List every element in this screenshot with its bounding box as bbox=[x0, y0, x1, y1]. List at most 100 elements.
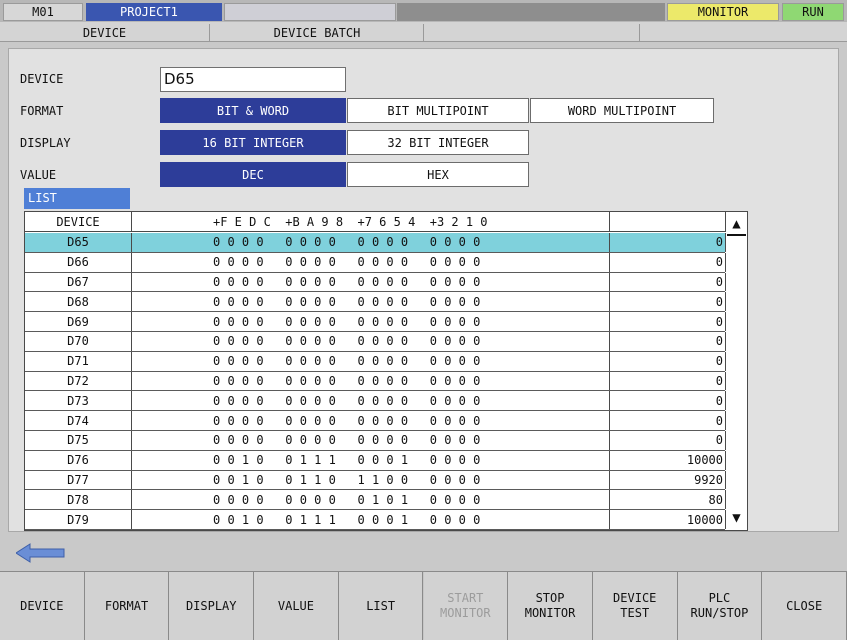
tab-device-batch[interactable]: DEVICE BATCH bbox=[211, 24, 424, 42]
scroll-thumb[interactable] bbox=[727, 234, 746, 236]
table-row[interactable]: D72 0 0 0 0 0 0 0 0 0 0 0 0 0 0 0 00 bbox=[25, 371, 726, 392]
value-hex-option[interactable]: HEX bbox=[347, 162, 529, 187]
table-row[interactable]: D69 0 0 0 0 0 0 0 0 0 0 0 0 0 0 0 00 bbox=[25, 312, 726, 332]
row-bits: 0 0 0 0 0 0 0 0 0 0 0 0 0 0 0 0 bbox=[133, 292, 610, 312]
tab-bar: DEVICE DEVICE BATCH bbox=[0, 22, 847, 42]
title-blank bbox=[224, 3, 396, 21]
row-device: D66 bbox=[25, 252, 132, 272]
row-bits: 0 0 0 0 0 0 0 0 0 0 0 0 0 0 0 0 bbox=[133, 351, 610, 371]
table-row[interactable]: D75 0 0 0 0 0 0 0 0 0 0 0 0 0 0 0 00 bbox=[25, 431, 726, 451]
row-value: 10000 bbox=[611, 510, 726, 529]
device-input[interactable]: D65 bbox=[160, 67, 346, 92]
start-monitor-button: START MONITOR bbox=[423, 572, 509, 640]
device-button[interactable]: DEVICE bbox=[0, 572, 85, 640]
tab-empty-1 bbox=[425, 24, 640, 42]
row-value: 0 bbox=[611, 332, 726, 351]
table-row[interactable]: D70 0 0 0 0 0 0 0 0 0 0 0 0 0 0 0 00 bbox=[25, 332, 726, 352]
device-list-table: DEVICE +F E D C +B A 9 8 +7 6 5 4 +3 2 1… bbox=[24, 211, 748, 531]
display-button[interactable]: DISPLAY bbox=[169, 572, 255, 640]
row-value: 0 bbox=[611, 411, 726, 430]
stop-monitor-button[interactable]: STOP MONITOR bbox=[508, 572, 593, 640]
function-key-bar: DEVICE FORMAT DISPLAY VALUE LIST START MONITO… bbox=[0, 571, 847, 640]
table-row[interactable]: D77 0 0 1 0 0 1 1 0 1 1 0 0 0 0 0 0 9920 bbox=[25, 470, 726, 491]
display-16bit-option[interactable]: 16 BIT INTEGER bbox=[160, 130, 346, 155]
row-value: 80 bbox=[611, 490, 726, 510]
header-bits: +F E D C +B A 9 8 +7 6 5 4 +3 2 1 0 bbox=[133, 212, 610, 231]
back-arrow-icon[interactable] bbox=[15, 542, 66, 564]
triangle-down-icon[interactable]: ▼ bbox=[727, 508, 746, 528]
row-value: 0 bbox=[611, 292, 726, 312]
row-device: D65 bbox=[25, 233, 132, 252]
row-device: D77 bbox=[25, 470, 132, 490]
project-name: PROJECT1 bbox=[86, 3, 222, 21]
row-device: D73 bbox=[25, 391, 132, 411]
row-device: D74 bbox=[25, 411, 132, 430]
list-section-tag: LIST bbox=[24, 188, 130, 209]
table-row[interactable]: D78 0 0 0 0 0 0 0 0 0 1 0 1 0 0 0 0 80 bbox=[25, 490, 726, 511]
table-row[interactable]: D79 0 0 1 0 0 1 1 1 0 0 0 1 0 0 0 0 10000 bbox=[25, 510, 726, 530]
row-device: D76 bbox=[25, 450, 132, 470]
plc-run-stop-button[interactable]: PLC RUN/STOP bbox=[677, 572, 763, 640]
table-row[interactable]: D66 0 0 0 0 0 0 0 0 0 0 0 0 0 0 0 00 bbox=[25, 252, 726, 273]
device-test-button[interactable]: DEVICE TEST bbox=[592, 572, 678, 640]
table-row[interactable]: D73 0 0 0 0 0 0 0 0 0 0 0 0 0 0 0 00 bbox=[25, 391, 726, 412]
row-bits: 0 0 0 0 0 0 0 0 0 0 0 0 0 0 0 0 bbox=[133, 252, 610, 272]
row-value: 10000 bbox=[611, 450, 726, 470]
row-value: 0 bbox=[611, 351, 726, 371]
tab-device[interactable]: DEVICE bbox=[0, 24, 210, 42]
row-device: D79 bbox=[25, 510, 132, 529]
format-label: FORMAT bbox=[20, 104, 64, 118]
row-bits: 0 0 0 0 0 0 0 0 0 1 0 1 0 0 0 0 bbox=[133, 490, 610, 510]
row-value: 0 bbox=[611, 371, 726, 391]
format-word-multipoint-option[interactable]: WORD MULTIPOINT bbox=[530, 98, 714, 123]
row-value: 0 bbox=[611, 252, 726, 272]
format-button[interactable]: FORMAT bbox=[84, 572, 170, 640]
row-device: D68 bbox=[25, 292, 132, 312]
table-row[interactable]: D71 0 0 0 0 0 0 0 0 0 0 0 0 0 0 0 00 bbox=[25, 351, 726, 372]
row-value: 0 bbox=[611, 312, 726, 331]
row-bits: 0 0 0 0 0 0 0 0 0 0 0 0 0 0 0 0 bbox=[133, 332, 610, 351]
format-bit-multipoint-option[interactable]: BIT MULTIPOINT bbox=[347, 98, 529, 123]
row-device: D70 bbox=[25, 332, 132, 351]
row-device: D75 bbox=[25, 431, 132, 450]
row-bits: 0 0 0 0 0 0 0 0 0 0 0 0 0 0 0 0 bbox=[133, 371, 610, 391]
list-button[interactable]: LIST bbox=[338, 572, 424, 640]
run-status: RUN bbox=[782, 3, 844, 21]
row-value: 0 bbox=[611, 391, 726, 411]
triangle-up-icon[interactable]: ▲ bbox=[727, 214, 746, 234]
table-row[interactable]: D68 0 0 0 0 0 0 0 0 0 0 0 0 0 0 0 00 bbox=[25, 292, 726, 313]
display-32bit-option[interactable]: 32 BIT INTEGER bbox=[347, 130, 529, 155]
header-value bbox=[611, 212, 726, 231]
value-button[interactable]: VALUE bbox=[254, 572, 339, 640]
row-bits: 0 0 1 0 0 1 1 0 1 1 0 0 0 0 0 0 bbox=[133, 470, 610, 490]
row-bits: 0 0 0 0 0 0 0 0 0 0 0 0 0 0 0 0 bbox=[133, 272, 610, 292]
row-bits: 0 0 1 0 0 1 1 1 0 0 0 1 0 0 0 0 bbox=[133, 510, 610, 529]
station-label: M01 bbox=[3, 3, 83, 21]
title-spacer bbox=[397, 3, 665, 21]
row-bits: 0 0 0 0 0 0 0 0 0 0 0 0 0 0 0 0 bbox=[133, 411, 610, 430]
scrollbar[interactable]: ▲ ▼ bbox=[726, 212, 747, 530]
row-value: 0 bbox=[611, 272, 726, 292]
row-bits: 0 0 0 0 0 0 0 0 0 0 0 0 0 0 0 0 bbox=[133, 431, 610, 450]
table-header: DEVICE +F E D C +B A 9 8 +7 6 5 4 +3 2 1… bbox=[25, 212, 747, 232]
value-label: VALUE bbox=[20, 168, 57, 182]
display-label: DISPLAY bbox=[20, 136, 71, 150]
row-device: D67 bbox=[25, 272, 132, 292]
row-bits: 0 0 1 0 0 1 1 1 0 0 0 1 0 0 0 0 bbox=[133, 450, 610, 470]
format-bit-word-option[interactable]: BIT & WORD bbox=[160, 98, 346, 123]
header-device: DEVICE bbox=[25, 212, 132, 231]
row-bits: 0 0 0 0 0 0 0 0 0 0 0 0 0 0 0 0 bbox=[133, 391, 610, 411]
row-bits: 0 0 0 0 0 0 0 0 0 0 0 0 0 0 0 0 bbox=[133, 312, 610, 331]
tab-empty-2 bbox=[641, 24, 847, 42]
table-row[interactable]: D65 0 0 0 0 0 0 0 0 0 0 0 0 0 0 0 00 bbox=[25, 233, 726, 253]
row-device: D78 bbox=[25, 490, 132, 510]
device-label: DEVICE bbox=[20, 72, 64, 86]
row-device: D71 bbox=[25, 351, 132, 371]
table-row[interactable]: D76 0 0 1 0 0 1 1 1 0 0 0 1 0 0 0 0 10000 bbox=[25, 450, 726, 471]
mode-indicator: MONITOR bbox=[667, 3, 779, 21]
table-row[interactable]: D74 0 0 0 0 0 0 0 0 0 0 0 0 0 0 0 00 bbox=[25, 411, 726, 431]
title-bar: M01 PROJECT1 MONITOR RUN bbox=[0, 0, 847, 22]
value-dec-option[interactable]: DEC bbox=[160, 162, 346, 187]
table-row[interactable]: D67 0 0 0 0 0 0 0 0 0 0 0 0 0 0 0 00 bbox=[25, 272, 726, 293]
close-button[interactable]: CLOSE bbox=[762, 572, 847, 640]
